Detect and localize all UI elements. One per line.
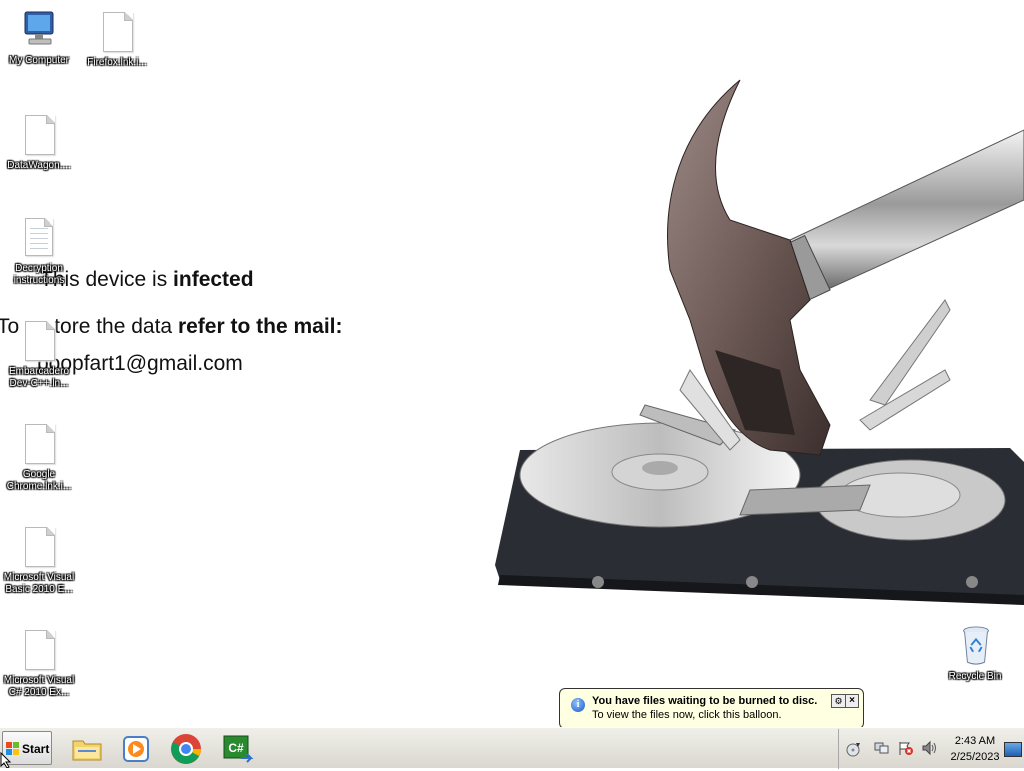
system-tray: 2:43 AM 2/25/2023 [838, 729, 1024, 769]
start-label: Start [22, 742, 50, 756]
burn-disc-tray-icon[interactable] [845, 741, 861, 762]
balloon-close-button[interactable]: × [845, 694, 859, 708]
computer-icon [19, 10, 59, 52]
network-icon[interactable] [874, 740, 890, 761]
clock-time: 2:43 AM [954, 735, 996, 747]
clock-date: 2/25/2023 [950, 751, 1000, 763]
file-icon [19, 321, 59, 363]
svg-text:C#: C# [228, 741, 244, 755]
icon-label: Microsoft Visual Basic 2010 E... [3, 572, 75, 595]
balloon-options-icon[interactable]: ⚙ [831, 694, 846, 708]
action-center-flag-icon[interactable] [898, 740, 914, 761]
taskbar: Start C# 2:43 AM 2/25/2023 [0, 727, 1024, 769]
desktop-icon-firefox-lnk[interactable]: Firefox.lnk.i... [77, 12, 157, 69]
media-player-icon[interactable] [118, 732, 154, 766]
desktop-icon-visual-basic-2010[interactable]: Microsoft Visual Basic 2010 E... [0, 527, 79, 596]
volume-icon[interactable] [922, 740, 938, 761]
clock[interactable]: 2:43 AM 2/25/2023 [945, 733, 1005, 765]
show-desktop-button[interactable] [1004, 742, 1022, 757]
file-icon [19, 630, 59, 672]
desktop-icon-my-computer[interactable]: My Computer [0, 10, 79, 67]
desktop-icon-google-chrome-lnk[interactable]: Google Chrome.lnk.i... [0, 424, 79, 493]
mouse-cursor-icon [0, 752, 12, 768]
recycle-bin-icon [955, 626, 995, 668]
desktop: This device is infected To restore the d… [0, 0, 1024, 727]
visual-csharp-icon[interactable]: C# [219, 732, 255, 766]
wallpaper-hammer-harddrive-image [495, 79, 1024, 605]
info-icon: i [571, 698, 585, 712]
icon-label: Microsoft Visual C# 2010 Ex... [3, 675, 75, 698]
file-icon [19, 424, 59, 466]
icon-label: Embarcadero Dev-C++.ln... [8, 366, 70, 389]
icon-label: Recycle Bin [948, 671, 1002, 682]
file-icon [97, 12, 137, 54]
icon-label: Firefox.lnk.i... [87, 57, 147, 68]
desktop-icon-embarcadero-devcpp[interactable]: Embarcadero Dev-C++.ln... [0, 321, 79, 390]
icon-label: Decryption instructions [13, 263, 65, 286]
desktop-icon-decryption-instructions[interactable]: Decryption instructions [0, 218, 79, 287]
windows-explorer-icon[interactable] [69, 732, 105, 766]
file-icon [19, 115, 59, 157]
icon-label: Google Chrome.lnk.i... [6, 469, 72, 492]
desktop-icon-datawagon[interactable]: DataWagon.... [0, 115, 79, 172]
text-document-icon [19, 218, 59, 260]
file-icon [19, 527, 59, 569]
icon-label: My Computer [8, 55, 69, 66]
burn-files-balloon[interactable]: i You have files waiting to be burned to… [559, 688, 864, 738]
desktop-icon-recycle-bin[interactable]: Recycle Bin [935, 626, 1015, 683]
icon-label: DataWagon.... [7, 160, 71, 171]
balloon-body: To view the files now, click this balloo… [592, 709, 782, 721]
desktop-icon-visual-csharp-2010[interactable]: Microsoft Visual C# 2010 Ex... [0, 630, 79, 699]
balloon-title: You have files waiting to be burned to d… [592, 695, 818, 707]
chrome-icon[interactable] [168, 732, 204, 766]
